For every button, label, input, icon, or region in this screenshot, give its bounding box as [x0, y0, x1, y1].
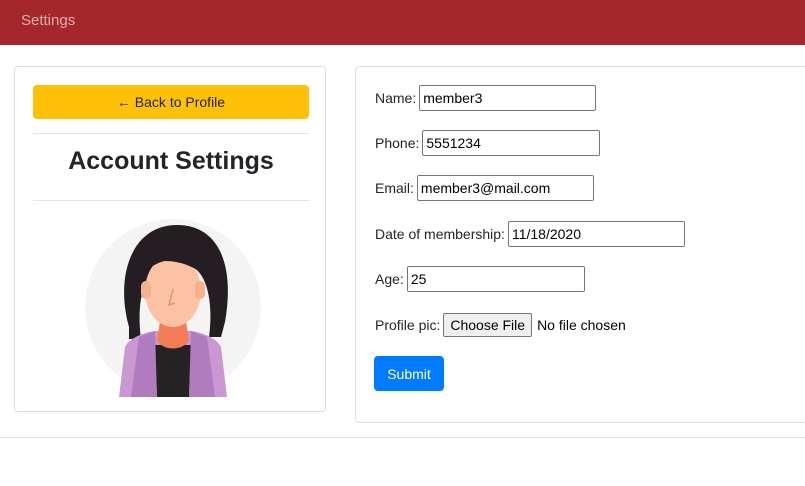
name-row: Name:	[375, 85, 597, 111]
date-label: Date of membership:	[375, 226, 505, 242]
back-to-profile-button[interactable]: ← Back to Profile	[33, 85, 309, 119]
phone-row: Phone:	[375, 130, 601, 156]
footer-divider	[0, 437, 805, 438]
phone-label: Phone:	[375, 135, 420, 151]
profile-card: ← Back to Profile Account Settings	[14, 66, 326, 412]
settings-form: Name: Phone: Email: Date of membership: …	[355, 66, 805, 423]
membership-date-field[interactable]	[507, 221, 685, 247]
date-row: Date of membership:	[375, 221, 685, 247]
divider	[33, 133, 309, 134]
age-label: Age:	[375, 271, 404, 287]
name-label: Name:	[375, 90, 417, 106]
age-field[interactable]	[406, 266, 585, 292]
top-navbar: Settings	[0, 0, 805, 45]
choose-file-button[interactable]: Choose File	[443, 313, 533, 337]
profile-pic-row: Profile pic: Choose File No file chosen	[375, 313, 626, 337]
divider	[33, 200, 309, 201]
email-label: Email:	[375, 180, 414, 196]
name-field[interactable]	[419, 85, 597, 111]
submit-button[interactable]: Submit	[374, 356, 444, 391]
page-title: Account Settings	[68, 147, 274, 175]
avatar	[85, 219, 261, 397]
phone-field[interactable]	[422, 130, 601, 156]
age-row: Age:	[375, 266, 585, 292]
email-row: Email:	[375, 175, 594, 201]
email-field[interactable]	[416, 175, 594, 201]
file-status-text: No file chosen	[537, 317, 626, 333]
navbar-brand[interactable]: Settings	[21, 12, 75, 29]
profile-pic-label: Profile pic:	[375, 317, 441, 333]
